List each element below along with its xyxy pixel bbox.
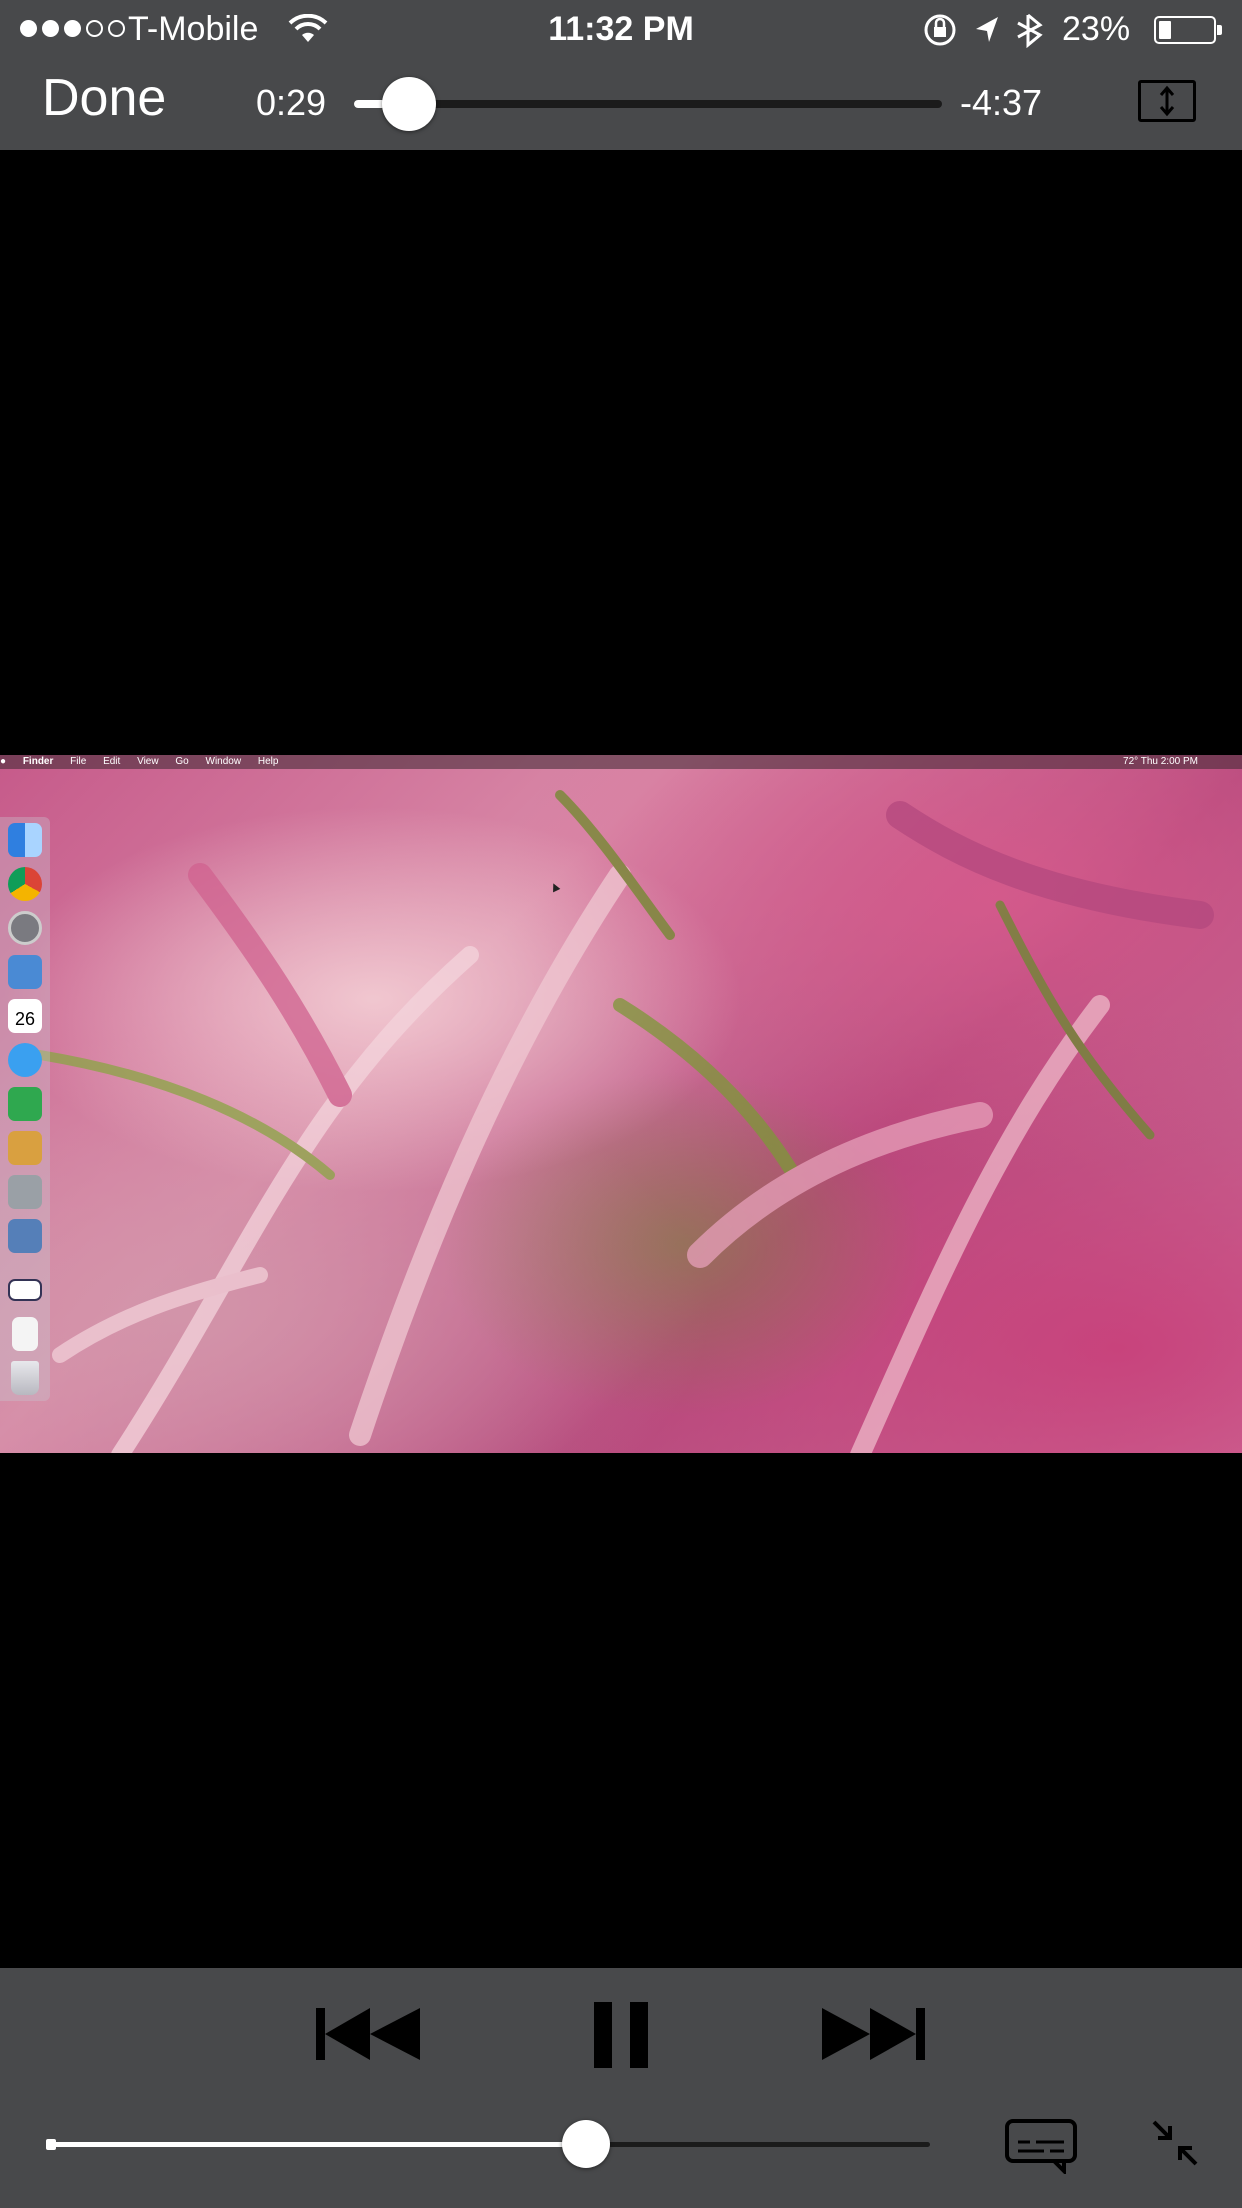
remaining-time: -4:37 [960,82,1043,123]
mac-menu-item: Help [257,756,279,767]
video-frame[interactable]: ● Finder File Edit View Go Window Help 7… [0,755,1242,1453]
elapsed-time: 0:29 [256,82,327,123]
apple-icon: ● [0,756,7,767]
scrubber-thumb[interactable] [382,77,437,131]
status-icons [924,13,1043,48]
exit-fullscreen-icon[interactable] [1150,2118,1200,2168]
mac-menu-item: Window [205,756,242,767]
mac-menu-status: 72° Thu 2:00 PM [1123,756,1198,767]
skype-icon [8,1087,42,1121]
finder-icon [8,823,42,857]
trash-icon [11,1361,39,1395]
battery-percentage: 23% [1062,10,1131,48]
preview-icon [8,955,42,989]
top-control-bar: T-Mobile 11:32 PM 23% Done 0:29 -4:37 [0,0,1242,150]
chrome-icon [8,867,42,901]
imovie-icon [8,1219,42,1253]
skip-forward-icon[interactable] [820,2006,926,2062]
iphoto-icon [8,1131,42,1165]
system-preferences-icon [8,911,42,945]
volume-thumb[interactable] [562,2120,611,2168]
mac-menu-item: View [137,756,159,767]
subtitles-icon[interactable] [1004,2118,1078,2174]
location-arrow-icon [976,17,998,42]
document-icon [12,1317,38,1351]
mac-menu-item: Finder [22,756,54,767]
done-button[interactable]: Done [42,68,166,128]
screen-window-icon [8,1279,42,1301]
bluetooth-icon [1017,13,1043,48]
disk-utility-icon [8,1175,42,1209]
volume-fill [48,2142,587,2147]
mac-dock: 26 [0,817,50,1401]
calendar-icon: 26 [8,999,42,1033]
aspect-toggle-icon [1159,85,1175,117]
pause-icon[interactable] [592,2000,650,2070]
rotation-lock-icon [924,14,956,46]
battery-nub [1217,25,1222,35]
battery-icon [1154,16,1222,44]
playback-scrubber[interactable] [354,100,942,108]
mac-menu-item: Edit [103,756,121,767]
grass-texture [35,790,1214,1453]
mac-menu-bar: ● Finder File Edit View Go Window Help 7… [0,755,1242,769]
mac-menu-item: File [70,756,87,767]
clock: 11:32 PM [548,10,694,48]
mac-menu-item: Go [175,756,189,767]
volume-slider[interactable] [46,2139,930,2150]
calendar-date: 26 [14,1009,36,1029]
messages-icon [8,1043,42,1077]
skip-back-icon[interactable] [316,2006,422,2062]
battery-fill [1159,21,1171,39]
status-bar: T-Mobile 11:32 PM 23% [0,0,1242,60]
aspect-toggle-button[interactable] [1138,80,1196,122]
